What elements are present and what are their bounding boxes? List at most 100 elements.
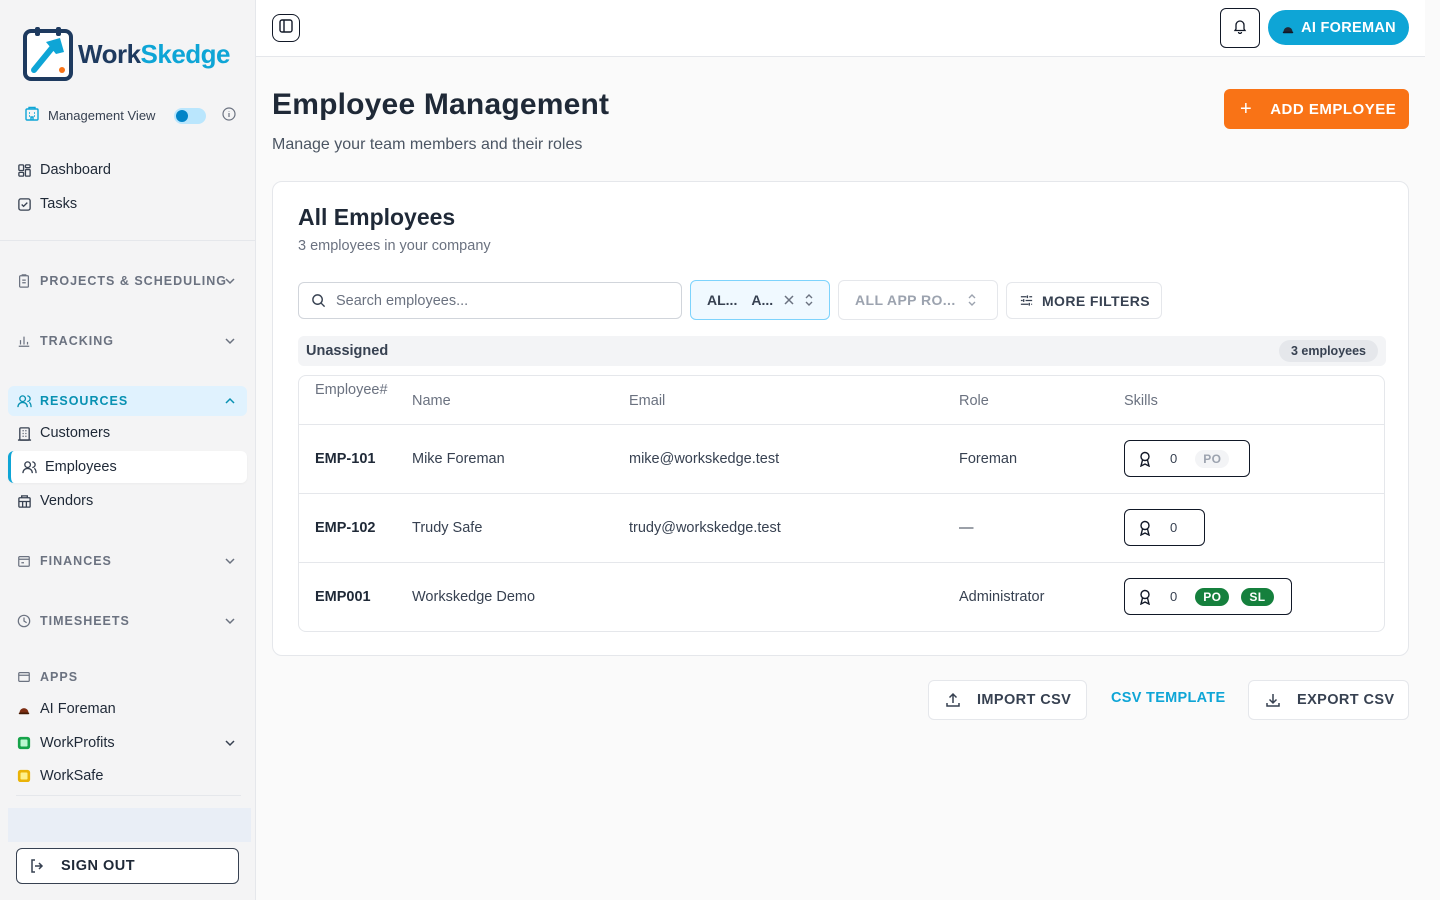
search-box: [298, 282, 682, 319]
brand-name-part1: Work: [78, 38, 141, 69]
sidebar-divider: [16, 795, 241, 796]
skill-chip-po: PO: [1195, 587, 1230, 606]
employee-name: Trudy Safe: [412, 520, 483, 536]
nav-workprofits-label: WorkProfits: [40, 735, 115, 751]
more-filters-label: MORE FILTERS: [1042, 292, 1150, 309]
section-finances[interactable]: FINANCES: [8, 546, 247, 576]
nav-worksafe-label: WorkSafe: [40, 768, 104, 782]
dashboard-icon: [16, 162, 32, 178]
sidebar-divider: [0, 240, 256, 241]
section-timesheets[interactable]: TIMESHEETS: [8, 606, 247, 636]
award-icon: [1138, 589, 1152, 605]
app-role-filter-select[interactable]: ALL APP RO...: [838, 280, 998, 320]
table-row[interactable]: EMP-102 Trudy Safe trudy@workskedge.test…: [299, 494, 1384, 563]
group-count-badge: 3 employees: [1278, 340, 1378, 362]
column-employee-number-line2: #: [379, 382, 388, 398]
section-apps: APPS: [8, 662, 247, 692]
building-icon: [16, 425, 32, 441]
employee-role: Foreman: [959, 451, 1018, 467]
ai-foreman-button[interactable]: AI FOREMAN: [1268, 10, 1409, 45]
clear-filter-icon[interactable]: [783, 294, 795, 306]
employee-role: Administrator: [959, 589, 1045, 605]
clock-icon: [16, 613, 32, 629]
table-row[interactable]: EMP-101 Mike Foreman mike@workskedge.tes…: [299, 425, 1384, 494]
import-csv-button[interactable]: IMPORT CSV: [928, 680, 1087, 720]
toggle-sidebar-button[interactable]: [272, 14, 300, 42]
column-name[interactable]: Name: [412, 376, 451, 425]
award-icon: [1138, 451, 1152, 467]
chevron-down-icon: [223, 554, 237, 571]
chevrons-up-down-icon: [803, 293, 815, 307]
sliders-icon: [1019, 293, 1034, 308]
employee-name: Mike Foreman: [412, 451, 505, 467]
nav-workprofits[interactable]: WorkProfits: [8, 727, 247, 759]
skills-button[interactable]: 0 PO SL: [1124, 578, 1292, 615]
csv-template-link[interactable]: CSV TEMPLATE: [1111, 690, 1226, 706]
skill-count: 0: [1170, 520, 1178, 535]
nav-dashboard-label: Dashboard: [40, 162, 111, 178]
page-subtitle: Manage your team members and their roles: [272, 136, 583, 153]
nav-clip: WorkSafe: [8, 760, 247, 782]
ai-foreman-button-label: AI FOREMAN: [1301, 19, 1396, 36]
sidebar-footer-area: [8, 808, 251, 842]
management-view-row: Management View: [24, 106, 236, 125]
users-icon: [16, 393, 32, 409]
section-projects-label: PROJECTS & SCHEDULING: [40, 274, 227, 288]
log-out-icon: [29, 858, 45, 874]
group-header[interactable]: Unassigned 3 employees: [298, 336, 1386, 366]
nav-customers[interactable]: Customers: [8, 417, 247, 449]
building-icon: [24, 106, 40, 125]
column-employee-number-line1: Employee: [315, 382, 380, 398]
chevrons-up-down-icon: [966, 293, 978, 307]
sign-out-button[interactable]: SIGN OUT: [16, 848, 239, 884]
column-employee-number[interactable]: Employee #: [315, 381, 395, 399]
nav-worksafe[interactable]: WorkSafe: [8, 760, 247, 782]
employee-name: Workskedge Demo: [412, 589, 536, 605]
employees-table: Employee # Name Email Role Skills EMP-10…: [298, 375, 1385, 632]
filter1-value-1: AL...: [707, 292, 738, 308]
app-window-icon: [16, 669, 32, 685]
table-row[interactable]: EMP001 Workskedge Demo Administrator 0 P…: [299, 563, 1384, 631]
logo-mark-icon: [22, 26, 74, 82]
export-csv-button[interactable]: EXPORT CSV: [1248, 680, 1409, 720]
notifications-button[interactable]: [1220, 8, 1260, 48]
skill-count: 0: [1170, 589, 1178, 604]
upload-icon: [945, 692, 961, 708]
more-filters-button[interactable]: MORE FILTERS: [1006, 282, 1162, 319]
skills-button[interactable]: 0 PO: [1124, 440, 1250, 477]
search-input[interactable]: [336, 292, 656, 309]
nav-vendors-label: Vendors: [40, 493, 94, 509]
workprofits-app-icon: [16, 735, 32, 751]
nav-ai-foreman[interactable]: AI Foreman: [8, 693, 247, 725]
skill-chip-po: PO: [1195, 449, 1230, 468]
section-tracking-label: TRACKING: [40, 334, 114, 348]
section-tracking[interactable]: TRACKING: [8, 326, 247, 356]
column-email[interactable]: Email: [629, 376, 665, 425]
nav-dashboard[interactable]: Dashboard: [8, 154, 247, 186]
column-skills[interactable]: Skills: [1124, 376, 1158, 425]
nav-tasks[interactable]: Tasks: [8, 188, 247, 220]
management-view-toggle[interactable]: [174, 107, 206, 124]
skills-button[interactable]: 0: [1124, 509, 1205, 546]
filter1-value-2: A...: [751, 292, 774, 308]
section-resources[interactable]: RESOURCES: [8, 386, 247, 416]
nav-customers-label: Customers: [40, 425, 111, 441]
employees-card: All Employees 3 employees in your compan…: [272, 181, 1409, 656]
info-icon[interactable]: [222, 107, 236, 124]
brand-logo[interactable]: WorkSkedge: [22, 26, 231, 82]
skill-count: 0: [1170, 451, 1178, 466]
nav-vendors[interactable]: Vendors: [8, 485, 247, 517]
brand-name-part2: Skedge: [140, 38, 231, 69]
add-employee-button[interactable]: + ADD EMPLOYEE: [1224, 89, 1409, 129]
column-role[interactable]: Role: [959, 376, 989, 425]
nav-employees[interactable]: Employees: [8, 451, 247, 483]
nav-employees-label: Employees: [45, 459, 117, 475]
status-filter-select[interactable]: AL... A...: [690, 280, 830, 320]
nav-ai-foreman-label: AI Foreman: [40, 701, 116, 717]
chevron-down-icon: [223, 614, 237, 631]
tasks-icon: [16, 196, 32, 212]
section-projects-scheduling[interactable]: PROJECTS & SCHEDULING: [8, 266, 247, 296]
search-icon: [311, 293, 326, 308]
bell-icon: [1232, 18, 1248, 39]
employee-id: EMP-102: [315, 520, 376, 536]
